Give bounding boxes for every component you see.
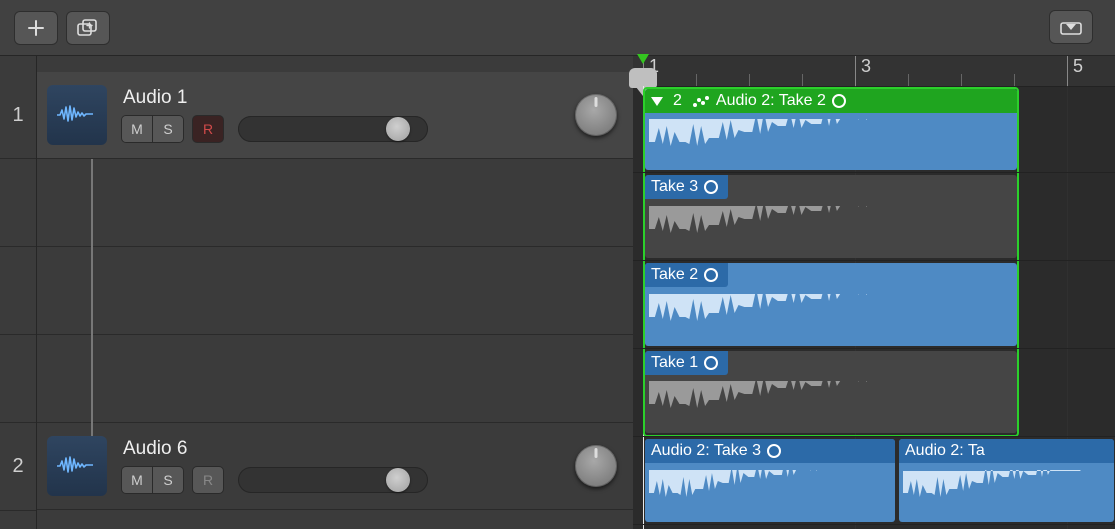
take-label: Take 1 [651,354,698,372]
ruler-bar-number: 5 [1067,56,1083,77]
quick-swipe-icon[interactable] [692,94,710,108]
mute-button[interactable]: M [122,467,153,493]
track-number: 1 [0,72,36,159]
audio-region[interactable]: Audio 2: Ta [899,439,1114,522]
take-region[interactable]: Take 3 [645,175,1017,258]
cycle-marker-icon [637,54,649,64]
volume-slider[interactable] [238,116,428,142]
add-track-button[interactable] [14,11,58,45]
region-label: Audio 2: Ta [905,442,985,460]
track-header[interactable]: Audio 1 M S R [37,72,633,159]
bar-ruler[interactable]: 1 3 5 [633,56,1115,87]
loop-indicator-icon [704,356,718,370]
take-lane-spacer [0,335,36,423]
mute-solo-group: M S [121,466,184,494]
record-enable-button[interactable]: R [192,466,224,494]
mute-solo-group: M S [121,115,184,143]
disclosure-triangle-icon[interactable] [651,97,663,106]
take-region[interactable]: Take 1 [645,351,1017,433]
take-region[interactable]: Take 2 [645,263,1017,346]
toolbar [0,0,1115,56]
track-lane[interactable]: Audio 2: Take 3 Audio 2: Ta [633,437,1115,525]
loop-indicator-icon [704,180,718,194]
waveform [649,470,891,516]
volume-thumb[interactable] [386,117,410,141]
take-lane[interactable]: Take 2 [633,261,1115,349]
take-lane-header [37,247,633,335]
playhead-handle[interactable] [629,68,657,88]
region-header[interactable]: Audio 2: Take 3 [645,439,895,463]
logic-tracks-area: 1 2 Audio 1 M S [0,0,1115,529]
pan-knob[interactable] [575,94,617,136]
take-folder-label: Audio 2: Take 2 [716,92,826,110]
solo-button[interactable]: S [153,116,183,142]
region-header[interactable]: Audio 2: Ta [899,439,1114,463]
arrange-area[interactable]: 1 3 5 [633,56,1115,529]
take-folder-indent [91,153,105,453]
take-lane[interactable]: Take 1 [633,349,1115,437]
take-lane-spacer [0,159,36,247]
catch-playhead-button[interactable] [1049,10,1093,44]
main-area: 1 2 Audio 1 M S [0,56,1115,529]
take-label: Take 3 [651,178,698,196]
duplicate-track-button[interactable] [66,11,110,45]
waveform [649,294,1013,340]
waveform [903,470,1110,516]
ruler-bar-number: 3 [855,56,871,77]
loop-indicator-icon [704,268,718,282]
region-label: Audio 2: Take 3 [651,442,761,460]
track-name[interactable]: Audio 6 [121,438,428,460]
track-header[interactable]: Audio 6 M S R [37,423,633,510]
volume-slider[interactable] [238,467,428,493]
comp-lane[interactable]: 2 Audio 2: Take 2 [633,86,1115,173]
take-lane-spacer [0,247,36,335]
loop-indicator-icon [767,444,781,458]
region-lanes: 2 Audio 2: Take 2 [633,86,1115,529]
track-number: 2 [0,423,36,511]
mute-button[interactable]: M [122,116,153,142]
pan-knob[interactable] [575,445,617,487]
take-lane-header [37,159,633,247]
track-number-column: 1 2 [0,56,37,529]
take-region-header[interactable]: Take 1 [645,351,728,375]
take-folder-header[interactable]: 2 Audio 2: Take 2 [645,89,1017,113]
track-type-audio-icon [47,85,107,145]
take-region-header[interactable]: Take 3 [645,175,728,199]
take-folder-region[interactable]: 2 Audio 2: Take 2 [645,89,1017,170]
record-enable-button[interactable]: R [192,115,224,143]
volume-thumb[interactable] [386,468,410,492]
waveform [649,206,1013,252]
take-selector[interactable]: 2 [669,92,686,110]
take-lane-header [37,335,633,423]
track-name[interactable]: Audio 1 [121,87,428,109]
waveform [649,381,1013,427]
audio-region[interactable]: Audio 2: Take 3 [645,439,895,522]
track-type-audio-icon [47,436,107,496]
take-lane[interactable]: Take 3 [633,173,1115,261]
take-region-header[interactable]: Take 2 [645,263,728,287]
take-label: Take 2 [651,266,698,284]
track-headers-column: Audio 1 M S R [37,56,633,529]
solo-button[interactable]: S [153,467,183,493]
loop-indicator-icon [832,94,846,108]
waveform [649,119,1013,165]
